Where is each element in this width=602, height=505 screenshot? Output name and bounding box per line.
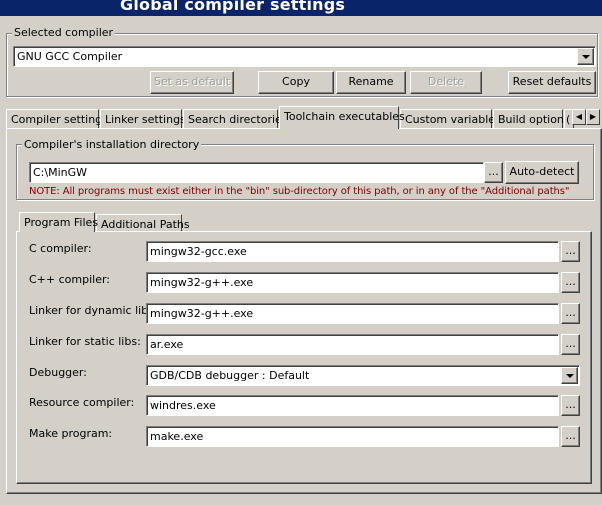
static-linker-value: ar.exe: [150, 338, 184, 351]
static-linker-input[interactable]: ar.exe: [146, 334, 559, 355]
compiler-select-value: GNU GCC Compiler: [17, 50, 123, 63]
install-dir-value: C:\MinGW: [33, 166, 88, 179]
set-as-default-button[interactable]: Set as default: [150, 71, 234, 94]
resource-compiler-label: Resource compiler:: [29, 396, 135, 409]
cpp-compiler-input[interactable]: mingw32-g++.exe: [146, 272, 559, 293]
install-dir-browse-button[interactable]: ...: [484, 162, 503, 183]
dynamic-linker-browse-button[interactable]: ...: [561, 303, 580, 324]
compiler-select[interactable]: GNU GCC Compiler: [13, 46, 596, 67]
selected-compiler-legend: Selected compiler: [12, 26, 116, 39]
compiler-select-dropdown-icon[interactable]: [577, 48, 594, 65]
reset-defaults-button[interactable]: Reset defaults: [508, 71, 596, 94]
tab-linker-settings[interactable]: Linker settings: [100, 109, 186, 129]
make-program-input[interactable]: make.exe: [146, 426, 559, 447]
c-compiler-browse-button[interactable]: ...: [561, 241, 580, 262]
make-program-value: make.exe: [150, 430, 204, 443]
cpp-compiler-label: C++ compiler:: [29, 273, 111, 286]
debugger-select[interactable]: GDB/CDB debugger : Default: [146, 365, 580, 386]
subtab-label: Program Files: [24, 216, 99, 229]
install-dir-legend: Compiler's installation directory: [22, 138, 202, 151]
tab-compiler-settings[interactable]: Compiler settings: [6, 109, 108, 129]
resource-compiler-value: windres.exe: [150, 399, 216, 412]
c-compiler-input[interactable]: mingw32-gcc.exe: [146, 241, 559, 262]
tab-label: Search directories: [188, 113, 288, 126]
dynamic-linker-input[interactable]: mingw32-g++.exe: [146, 303, 559, 324]
tab-label: Custom variables: [405, 113, 501, 126]
tab-label: Toolchain executables: [284, 110, 405, 123]
subtab-additional-paths[interactable]: Additional Paths: [96, 214, 190, 232]
static-linker-browse-button[interactable]: ...: [561, 334, 580, 355]
delete-button[interactable]: Delete: [410, 71, 482, 94]
c-compiler-label: C compiler:: [29, 242, 92, 255]
window-titlebar: Global compiler settings: [0, 0, 602, 16]
make-program-label: Make program:: [29, 427, 113, 440]
dynamic-linker-label: Linker for dynamic libs:: [29, 304, 158, 317]
tab-label: Build options: [498, 113, 570, 126]
subtab-program-files[interactable]: Program Files: [19, 212, 99, 232]
make-program-browse-button[interactable]: ...: [561, 426, 580, 447]
rename-button[interactable]: Rename: [336, 71, 406, 94]
tab-scroll-right-icon[interactable]: ▶: [586, 109, 600, 125]
tab-label: Linker settings: [105, 113, 186, 126]
subtab-label: Additional Paths: [101, 218, 190, 231]
window-title: Global compiler settings: [120, 0, 346, 14]
resource-compiler-browse-button[interactable]: ...: [561, 395, 580, 416]
debugger-label: Debugger:: [29, 366, 87, 379]
c-compiler-value: mingw32-gcc.exe: [150, 245, 247, 258]
debugger-dropdown-icon[interactable]: [561, 367, 578, 384]
debugger-value: GDB/CDB debugger : Default: [150, 369, 310, 382]
auto-detect-button[interactable]: Auto-detect: [505, 161, 579, 184]
install-dir-note: NOTE: All programs must exist either in …: [29, 186, 570, 197]
tab-label: (: [566, 113, 571, 126]
tab-toolchain-executables[interactable]: Toolchain executables: [279, 106, 405, 129]
resource-compiler-input[interactable]: windres.exe: [146, 395, 559, 416]
static-linker-label: Linker for static libs:: [29, 335, 141, 348]
install-dir-input[interactable]: C:\MinGW: [29, 162, 484, 183]
dynamic-linker-value: mingw32-g++.exe: [150, 307, 254, 320]
tab-custom-variables[interactable]: Custom variables: [400, 109, 501, 129]
copy-button[interactable]: Copy: [258, 71, 334, 94]
cpp-compiler-browse-button[interactable]: ...: [561, 272, 580, 293]
tab-build-options[interactable]: Build options: [493, 109, 570, 129]
tab-scroll-left-icon[interactable]: ◀: [572, 109, 586, 125]
tab-label: Compiler settings: [11, 113, 108, 126]
cpp-compiler-value: mingw32-g++.exe: [150, 276, 254, 289]
tab-search-directories[interactable]: Search directories: [183, 109, 288, 129]
